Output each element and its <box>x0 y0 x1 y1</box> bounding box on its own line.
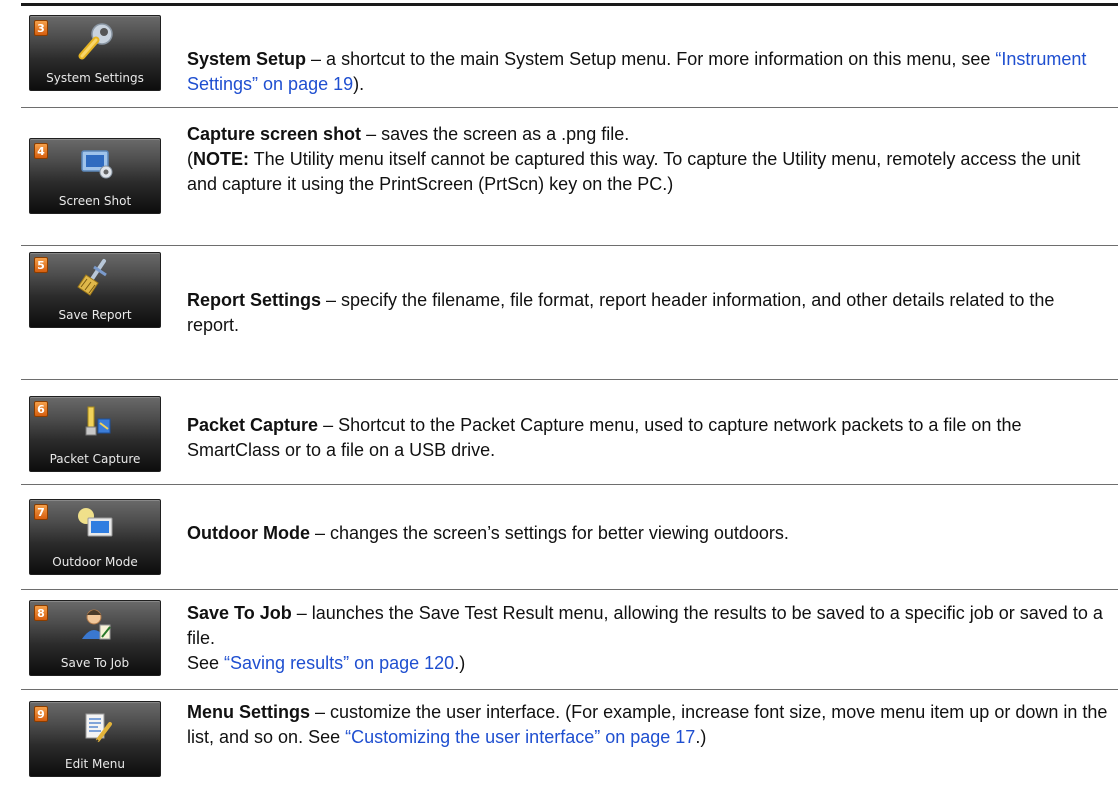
saving-results-link[interactable]: “Saving results” on page 120 <box>224 653 454 673</box>
wrench-icon <box>78 23 113 60</box>
row-description: System Setup – a shortcut to the main Sy… <box>187 47 1108 97</box>
button-label: Save To Job <box>60 656 130 670</box>
packet-capture-icon <box>85 406 111 436</box>
row-description: Save To Job – launches the Save Test Res… <box>187 601 1108 676</box>
packet-capture-button[interactable]: 6 Packet Capture <box>29 396 161 472</box>
table-row: 5 Save Report Report Settings – specify … <box>21 246 1118 380</box>
number-badge: 7 <box>34 504 48 520</box>
row-description: Menu Settings – customize the user inter… <box>187 700 1108 750</box>
item-title: Menu Settings <box>187 702 311 722</box>
broom-icon <box>77 259 107 296</box>
number-badge: 9 <box>34 706 48 722</box>
button-label: Outdoor Mode <box>52 555 138 569</box>
item-tail: ). <box>353 74 365 94</box>
table-row: 3 System Settings System Setup – a short… <box>21 6 1118 108</box>
item-title: Outdoor Mode <box>187 523 310 543</box>
item-title: Save To Job <box>187 603 292 623</box>
screen-shot-icon <box>81 150 113 179</box>
button-label: System Settings <box>46 71 144 85</box>
table-row: 6 Packet Capture Packet Capture – Shortc… <box>21 380 1118 485</box>
item-text: – a shortcut to the main System Setup me… <box>306 49 996 69</box>
item-title: Report Settings <box>187 290 322 310</box>
see-text: See <box>187 653 225 673</box>
button-label: Edit Menu <box>65 757 125 771</box>
outdoor-monitor-icon <box>78 508 113 537</box>
button-label: Packet Capture <box>49 452 141 466</box>
edit-menu-icon <box>85 713 112 743</box>
number-badge: 8 <box>34 605 48 621</box>
item-text: – launches the Save Test Result menu, al… <box>187 603 1103 648</box>
system-settings-button[interactable]: 3 System Settings <box>29 15 161 91</box>
button-label: Screen Shot <box>58 194 132 208</box>
number-badge: 4 <box>34 143 48 159</box>
utility-menu-table: 3 System Settings System Setup – a short… <box>21 3 1118 803</box>
item-text: – changes the screen’s settings for bett… <box>309 523 789 543</box>
table-row: 4 Screen Shot Capture screen shot – save… <box>21 108 1118 246</box>
note-label: NOTE: <box>193 149 249 169</box>
save-to-job-button[interactable]: 8 Save To Job <box>29 600 161 676</box>
number-badge: 5 <box>34 257 48 273</box>
table-row: 7 Outdoor Mode Outdoor Mode – changes th… <box>21 485 1118 590</box>
outdoor-mode-button[interactable]: 7 Outdoor Mode <box>29 499 161 575</box>
customizing-ui-link[interactable]: “Customizing the user interface” on page… <box>345 727 695 747</box>
item-text: – saves the screen as a .png file. <box>361 124 630 144</box>
user-save-icon <box>82 609 111 640</box>
number-badge: 3 <box>34 20 48 36</box>
row-description: Outdoor Mode – changes the screen’s sett… <box>187 521 1108 546</box>
item-tail: .) <box>454 653 466 673</box>
item-title: Capture screen shot <box>187 124 362 144</box>
table-row: 9 Edit Menu Menu Settings – customize th… <box>21 690 1118 803</box>
note-text: The Utility menu itself cannot be captur… <box>187 149 1081 194</box>
save-report-button[interactable]: 5 Save Report <box>29 252 161 328</box>
row-description: Packet Capture – Shortcut to the Packet … <box>187 413 1108 463</box>
row-description: Capture screen shot – saves the screen a… <box>187 122 1108 197</box>
edit-menu-button[interactable]: 9 Edit Menu <box>29 701 161 777</box>
screen-shot-button[interactable]: 4 Screen Shot <box>29 138 161 214</box>
row-description: Report Settings – specify the filename, … <box>187 288 1108 338</box>
table-row: 8 Save To Job Save To Job – launches the… <box>21 590 1118 690</box>
item-tail: .) <box>695 727 707 747</box>
button-label: Save Report <box>58 308 132 322</box>
number-badge: 6 <box>34 401 48 417</box>
item-title: System Setup <box>187 49 307 69</box>
item-title: Packet Capture <box>187 415 319 435</box>
